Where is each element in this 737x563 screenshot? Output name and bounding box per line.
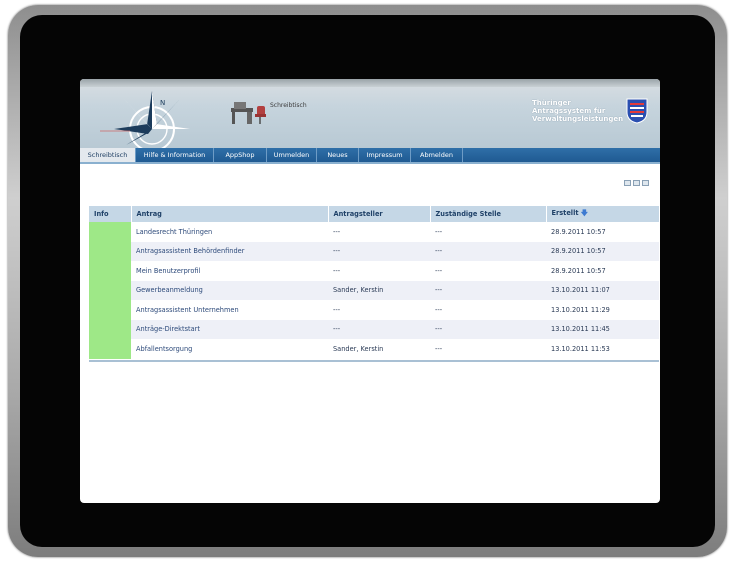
erstellt-cell: 13.10.2011 11:07 [551, 286, 610, 295]
brand-line: Verwaltungsleistungen [532, 115, 624, 123]
column-header-info[interactable]: Info [89, 206, 131, 222]
compact-view-icon[interactable] [633, 180, 640, 186]
info-status-cell [89, 300, 131, 320]
desk-icon [231, 102, 266, 124]
nav-item-hilfe[interactable]: Hilfe & Information [136, 148, 214, 162]
stelle-cell: --- [435, 325, 443, 334]
info-status-cell [89, 241, 131, 261]
stelle-cell: --- [435, 344, 443, 353]
antragsteller-cell: --- [333, 247, 341, 256]
column-header-antragsteller[interactable]: Antragsteller [327, 206, 430, 222]
erstellt-cell: 28.9.2011 10:57 [551, 227, 606, 236]
antrag-cell[interactable]: Gewerbeanmeldung [131, 281, 328, 301]
antrag-cell[interactable]: Abfallentsorgung [131, 339, 328, 359]
table-row[interactable]: Antragsassistent Unternehmen --- --- 13.… [89, 300, 659, 320]
compass-logo-icon: N [100, 91, 190, 149]
view-toggle-group [624, 180, 649, 186]
antrag-cell[interactable]: Antragsassistent Unternehmen [131, 300, 328, 320]
stelle-cell: --- [435, 266, 443, 275]
brand-line: Antragssystem für [532, 107, 606, 115]
info-status-cell [89, 280, 131, 300]
table-header-row: Info Antrag Antragsteller Zuständige Ste… [89, 206, 659, 222]
antragsteller-cell: --- [333, 227, 341, 236]
table-bottom-border [89, 360, 659, 362]
erstellt-cell: 13.10.2011 11:29 [551, 305, 610, 314]
svg-text:N: N [160, 99, 165, 107]
brand-line: Thüringer [532, 99, 571, 107]
nav-item-abmelden[interactable]: Abmelden [411, 148, 463, 162]
nav-item-impressum[interactable]: Impressum [359, 148, 411, 162]
antrag-cell[interactable]: Antragsassistent Behördenfinder [131, 242, 328, 262]
coat-of-arms-icon [626, 98, 648, 124]
page-header: N Schreibtisch Thüringer Antragssystem f… [80, 79, 660, 149]
antragsteller-cell: --- [333, 305, 341, 314]
stelle-cell: --- [435, 247, 443, 256]
antragsteller-cell: Sander, Kerstin [333, 344, 384, 353]
table-row[interactable]: Abfallentsorgung Sander, Kerstin --- 13.… [89, 339, 659, 359]
erstellt-cell: 28.9.2011 10:57 [551, 247, 606, 256]
table-row[interactable]: Gewerbeanmeldung Sander, Kerstin --- 13.… [89, 280, 659, 301]
nav-divider [80, 162, 660, 164]
desk-label: Schreibtisch [270, 102, 307, 109]
antrag-cell[interactable]: Anträge-Direktstart [131, 320, 328, 340]
nav-item-neues[interactable]: Neues [317, 148, 359, 162]
info-status-cell [89, 319, 131, 339]
column-header-antrag[interactable]: Antrag [130, 206, 328, 222]
antragsteller-cell: --- [333, 266, 341, 275]
column-header-erstellt[interactable]: Erstellt 🡇 [545, 206, 659, 222]
antragsteller-cell: Sander, Kerstin [333, 286, 384, 295]
table-row[interactable]: Mein Benutzerprofil --- --- 28.9.2011 10… [89, 261, 659, 281]
column-header-stelle[interactable]: Zuständige Stelle [429, 206, 546, 222]
table-row[interactable]: Anträge-Direktstart --- --- 13.10.2011 1… [89, 319, 659, 340]
applications-table: Info Antrag Antragsteller Zuständige Ste… [89, 206, 659, 359]
table-row[interactable]: Landesrecht Thüringen --- --- 28.9.2011 … [89, 222, 659, 242]
info-status-cell [89, 339, 131, 359]
stelle-cell: --- [435, 286, 443, 295]
erstellt-cell: 13.10.2011 11:45 [551, 325, 610, 334]
stelle-cell: --- [435, 305, 443, 314]
main-navigation: Schreibtisch Hilfe & Information AppShop… [80, 148, 660, 162]
nav-item-ummelden[interactable]: Ummelden [267, 148, 317, 162]
tile-view-icon[interactable] [642, 180, 649, 186]
erstellt-cell: 28.9.2011 10:57 [551, 266, 606, 275]
table-row[interactable]: Antragsassistent Behördenfinder --- --- … [89, 241, 659, 262]
nav-item-schreibtisch[interactable]: Schreibtisch [80, 148, 136, 162]
stelle-cell: --- [435, 227, 443, 236]
antrag-cell[interactable]: Mein Benutzerprofil [131, 261, 328, 281]
info-status-cell [89, 222, 131, 242]
list-view-icon[interactable] [624, 180, 631, 186]
nav-item-appshop[interactable]: AppShop [214, 148, 267, 162]
app-screen: N Schreibtisch Thüringer Antragssystem f… [80, 79, 660, 503]
sort-descending-icon[interactable]: 🡇 [581, 209, 588, 217]
brand-title: Thüringer Antragssystem für Verwaltungsl… [532, 99, 624, 123]
erstellt-label: Erstellt [551, 208, 579, 217]
antragsteller-cell: --- [333, 325, 341, 334]
erstellt-cell: 13.10.2011 11:53 [551, 344, 610, 353]
antrag-cell[interactable]: Landesrecht Thüringen [131, 222, 328, 242]
info-status-cell [89, 261, 131, 281]
